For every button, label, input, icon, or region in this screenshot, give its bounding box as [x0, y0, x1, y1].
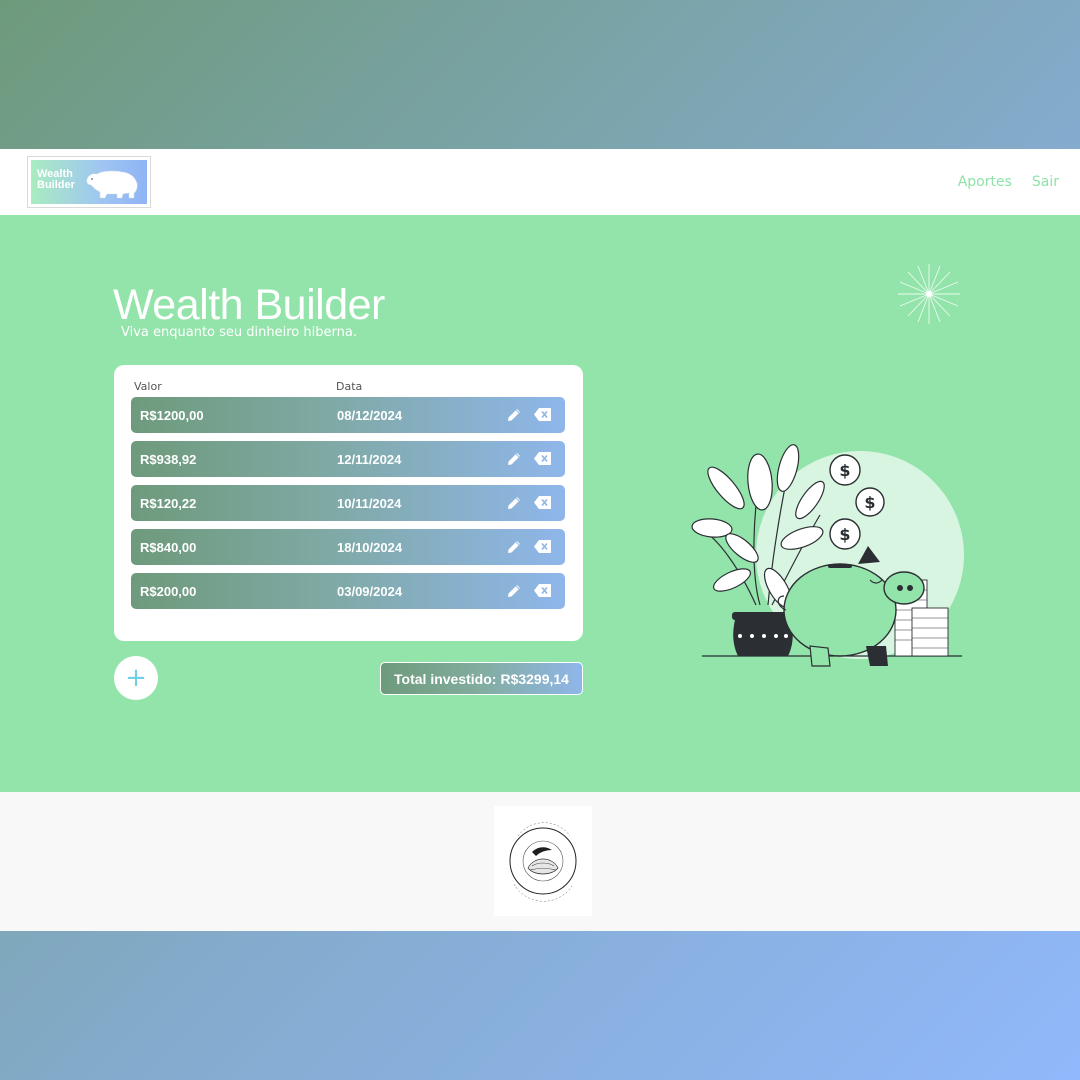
svg-text:$: $ [839, 461, 850, 480]
delete-backspace-icon[interactable] [533, 583, 552, 598]
plus-icon: + [125, 663, 147, 693]
total-label: Total investido: [394, 670, 497, 687]
table-row: R$938,92 12/11/2024 [131, 441, 565, 477]
row-valor: R$120,22 [140, 495, 197, 511]
edit-pencil-icon[interactable] [505, 582, 523, 600]
piggy-bank-illustration: $ $ $ [691, 444, 964, 667]
footer [0, 792, 1080, 931]
delete-backspace-icon[interactable] [533, 451, 552, 466]
row-data: 10/11/2024 [337, 495, 402, 511]
row-valor: R$840,00 [140, 539, 197, 555]
edit-pencil-icon[interactable] [505, 450, 523, 468]
casting-seeds-badge-logo[interactable] [494, 806, 592, 916]
navbar: Wealth Builder Aportes Sair [0, 149, 1080, 215]
total-investido-badge: Total investido: R$3299,14 [380, 662, 583, 695]
edit-pencil-icon[interactable] [505, 538, 523, 556]
add-aporte-button[interactable]: + [114, 656, 158, 700]
row-data: 08/12/2024 [337, 407, 403, 423]
table-row: R$840,00 18/10/2024 [131, 529, 565, 565]
row-valor: R$938,92 [140, 451, 197, 467]
edit-pencil-icon[interactable] [505, 406, 523, 424]
brand-logo-text: Wealth Builder [37, 168, 75, 191]
page-subtitle: Viva enquanto seu dinheiro hiberna. [121, 325, 357, 340]
page-title: Wealth Builder [113, 281, 385, 329]
edit-pencil-icon[interactable] [505, 494, 523, 512]
row-valor: R$1200,00 [140, 407, 204, 423]
table-row: R$200,00 03/09/2024 [131, 573, 565, 609]
delete-backspace-icon[interactable] [533, 407, 552, 422]
hero-section: Wealth Builder Viva enquanto seu dinheir… [0, 215, 1080, 792]
column-header-valor: Valor [134, 380, 162, 393]
nav-links: Aportes Sair [958, 174, 1059, 190]
nav-link-sair[interactable]: Sair [1032, 174, 1059, 190]
svg-text:$: $ [864, 493, 875, 512]
table-row: R$120,22 10/11/2024 [131, 485, 565, 521]
delete-backspace-icon[interactable] [533, 495, 552, 510]
brand-logo[interactable]: Wealth Builder [27, 156, 151, 208]
aportes-table: Valor Data R$1200,00 08/12/2024 R$938,92… [114, 365, 583, 641]
svg-text:$: $ [839, 525, 850, 544]
total-value: R$3299,14 [500, 670, 569, 687]
polar-bear-icon [86, 170, 138, 199]
row-valor: R$200,00 [140, 583, 197, 599]
delete-backspace-icon[interactable] [533, 539, 552, 554]
table-row: R$1200,00 08/12/2024 [131, 397, 565, 433]
row-data: 12/11/2024 [337, 451, 402, 467]
sparkle-icon [898, 264, 960, 324]
nav-link-aportes[interactable]: Aportes [958, 174, 1012, 190]
brand-logo-image: Wealth Builder [31, 160, 147, 204]
row-data: 18/10/2024 [337, 539, 403, 555]
row-data: 03/09/2024 [337, 583, 403, 599]
column-header-data: Data [336, 380, 363, 393]
